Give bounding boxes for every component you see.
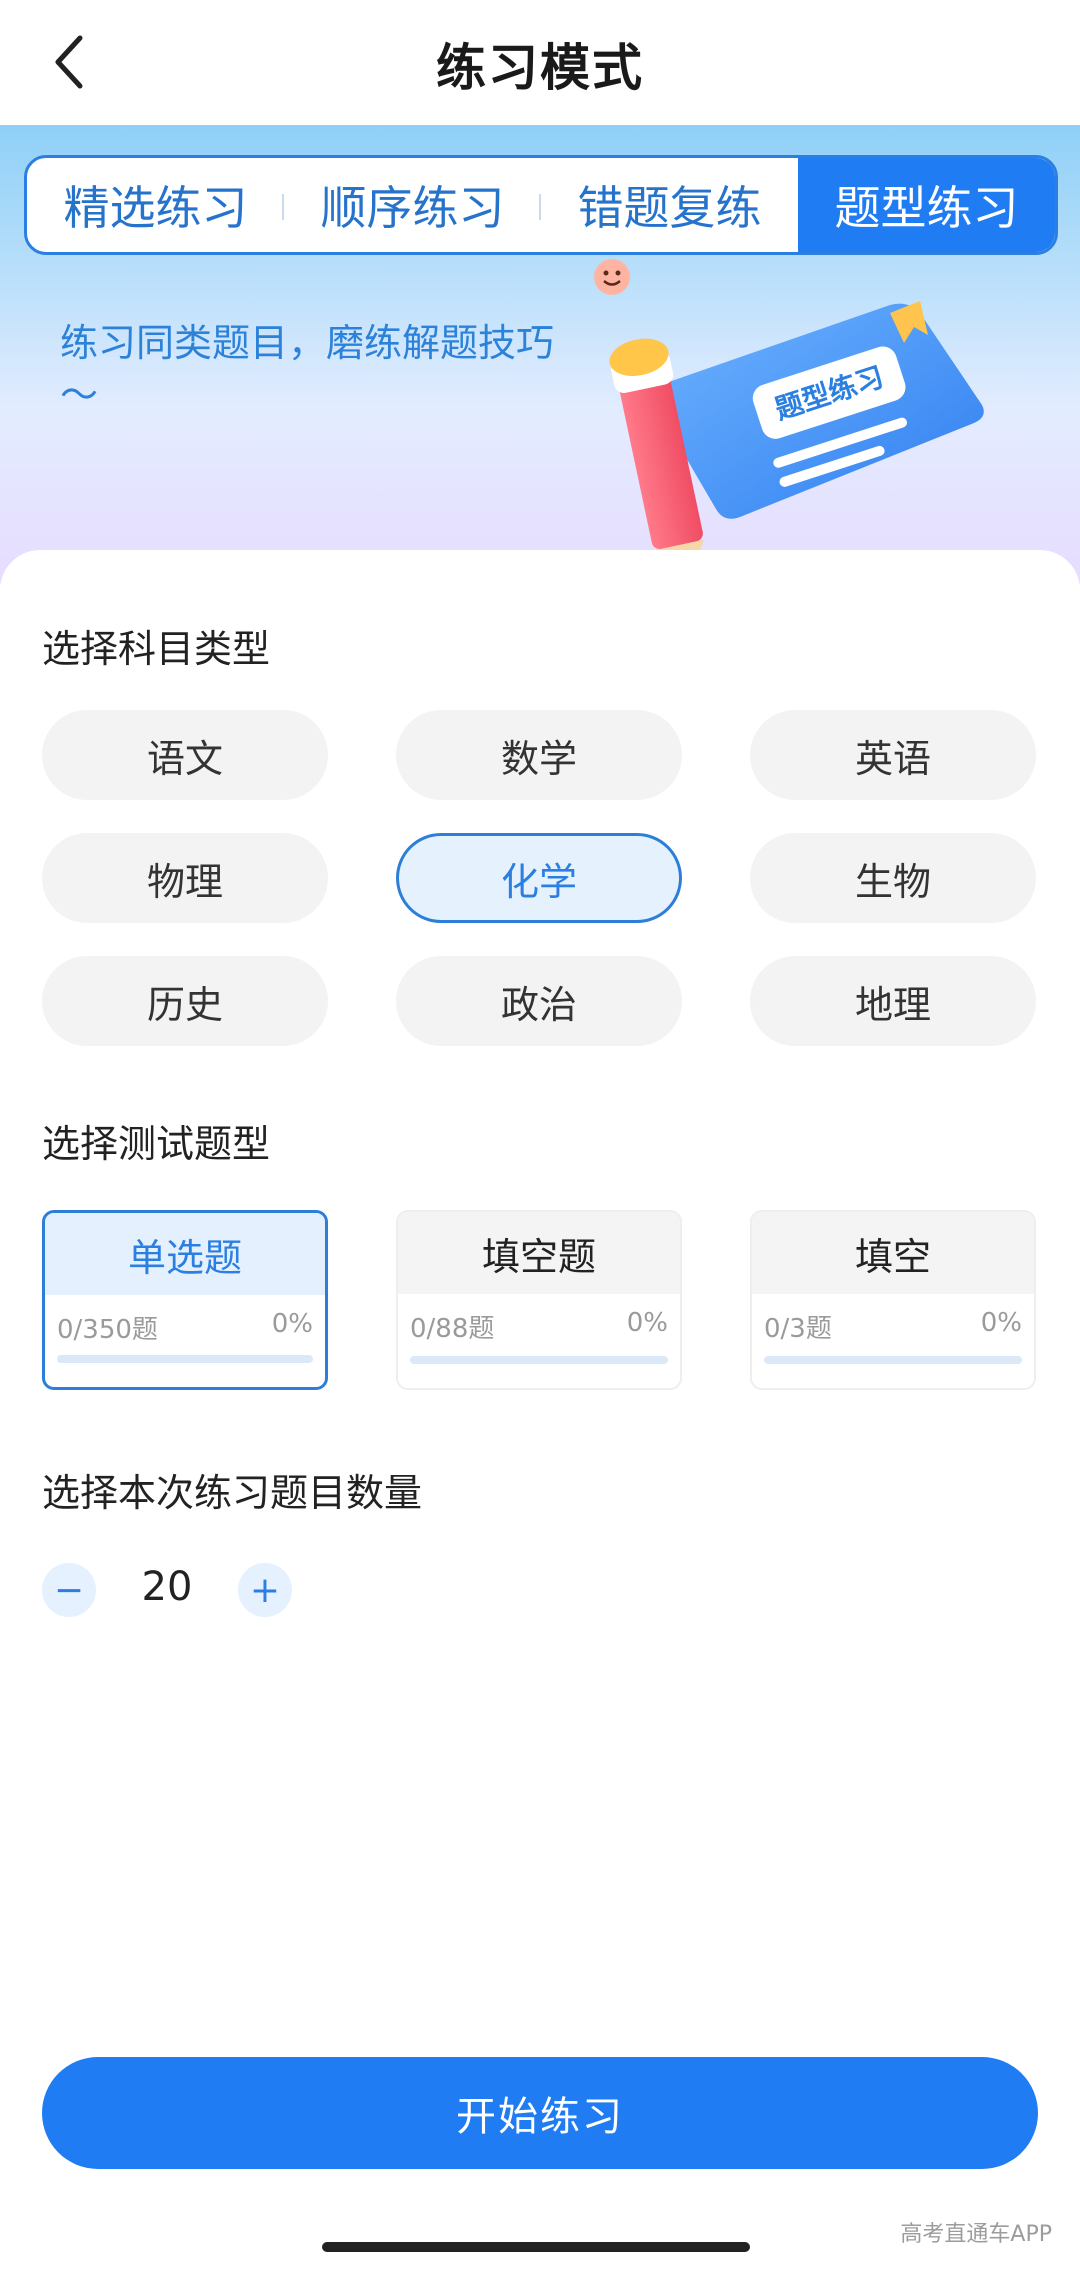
chip-label: 英语 bbox=[854, 736, 931, 781]
question-type-card-fill-blank[interactable]: 填空题 0/88题 0% bbox=[396, 1210, 682, 1390]
app-watermark: 高考直通车APP bbox=[900, 2222, 1052, 2247]
chip-label: 语文 bbox=[146, 736, 223, 781]
tab-label: 题型练习 bbox=[834, 181, 1019, 235]
question-type-card-blank[interactable]: 填空 0/3题 0% bbox=[750, 1210, 1036, 1390]
type-card-percent: 0% bbox=[271, 1309, 313, 1339]
type-card-stats: 0/88题 0% bbox=[398, 1294, 680, 1345]
subject-chip-geography[interactable]: 地理 bbox=[750, 956, 1036, 1046]
tab-sequential-practice[interactable]: 顺序练习 bbox=[284, 158, 541, 252]
type-card-percent: 0% bbox=[980, 1308, 1022, 1338]
chip-label: 物理 bbox=[146, 859, 223, 904]
quantity-section-title: 选择本次练习题目数量 bbox=[42, 1471, 423, 1515]
subject-chip-chemistry[interactable]: 化学 bbox=[396, 833, 682, 923]
chip-label: 化学 bbox=[500, 859, 577, 904]
increment-button[interactable]: + bbox=[238, 1563, 292, 1617]
type-card-stats: 0/3题 0% bbox=[752, 1294, 1034, 1345]
type-card-count: 0/88题 bbox=[410, 1314, 495, 1344]
smiley-icon bbox=[594, 259, 630, 295]
page-title: 练习模式 bbox=[436, 39, 644, 97]
type-card-label: 填空题 bbox=[398, 1212, 680, 1294]
start-practice-button[interactable]: 开始练习 bbox=[42, 2057, 1038, 2169]
tab-label: 顺序练习 bbox=[320, 181, 505, 235]
progress-bar bbox=[764, 1356, 1022, 1364]
question-type-card-single-choice[interactable]: 单选题 0/350题 0% bbox=[42, 1210, 328, 1390]
chip-label: 历史 bbox=[146, 982, 223, 1027]
tab-wrong-question-review[interactable]: 错题复练 bbox=[541, 158, 798, 252]
top-bar: 练习模式 bbox=[0, 0, 1080, 125]
progress-bar bbox=[57, 1355, 313, 1363]
type-card-percent: 0% bbox=[626, 1308, 668, 1338]
decrement-button[interactable]: − bbox=[42, 1563, 96, 1617]
chip-label: 政治 bbox=[500, 982, 577, 1027]
subject-chip-math[interactable]: 数学 bbox=[396, 710, 682, 800]
type-card-count: 0/3题 bbox=[764, 1314, 832, 1344]
home-indicator[interactable] bbox=[322, 2242, 750, 2252]
type-section-title: 选择测试题型 bbox=[42, 1122, 271, 1166]
type-card-label: 填空 bbox=[752, 1212, 1034, 1294]
progress-bar bbox=[410, 1356, 668, 1364]
quantity-value: 20 bbox=[141, 1564, 193, 1610]
tab-featured-practice[interactable]: 精选练习 bbox=[27, 158, 284, 252]
subject-chip-physics[interactable]: 物理 bbox=[42, 833, 328, 923]
practice-mode-screen: { "header": { "title": "练习模式", "back_ico… bbox=[0, 0, 1080, 2270]
tab-label: 精选练习 bbox=[63, 181, 248, 235]
subject-chip-english[interactable]: 英语 bbox=[750, 710, 1036, 800]
main-panel: 选择科目类型 语文 数学 英语 物理 化学 生物 历史 政治 地理 选择测试题型… bbox=[0, 550, 1080, 2270]
subject-chip-history[interactable]: 历史 bbox=[42, 956, 328, 1046]
banner-tagline: 练习同类题目，磨练解题技巧～ bbox=[60, 321, 555, 417]
subject-chip-biology[interactable]: 生物 bbox=[750, 833, 1036, 923]
type-card-stats: 0/350题 0% bbox=[45, 1295, 325, 1346]
mode-tabs: 精选练习 顺序练习 错题复练 题型练习 bbox=[24, 155, 1058, 255]
subject-chip-politics[interactable]: 政治 bbox=[396, 956, 682, 1046]
book-pencil-illustration: 题型练习 bbox=[594, 259, 984, 581]
subject-section-title: 选择科目类型 bbox=[42, 627, 271, 671]
quantity-stepper: − 20 + bbox=[42, 1560, 302, 1620]
hero-banner: 精选练习 顺序练习 错题复练 题型练习 练习同类题目，磨练解题技巧～ 题型练习 bbox=[0, 125, 1080, 585]
tab-question-type-practice[interactable]: 题型练习 bbox=[798, 158, 1055, 252]
chip-label: 生物 bbox=[854, 859, 931, 904]
subject-chip-chinese[interactable]: 语文 bbox=[42, 710, 328, 800]
chip-label: 数学 bbox=[500, 736, 577, 781]
type-card-count: 0/350题 bbox=[57, 1315, 158, 1345]
chip-label: 地理 bbox=[854, 982, 931, 1027]
type-card-label: 单选题 bbox=[45, 1213, 325, 1295]
tab-label: 错题复练 bbox=[577, 181, 762, 235]
